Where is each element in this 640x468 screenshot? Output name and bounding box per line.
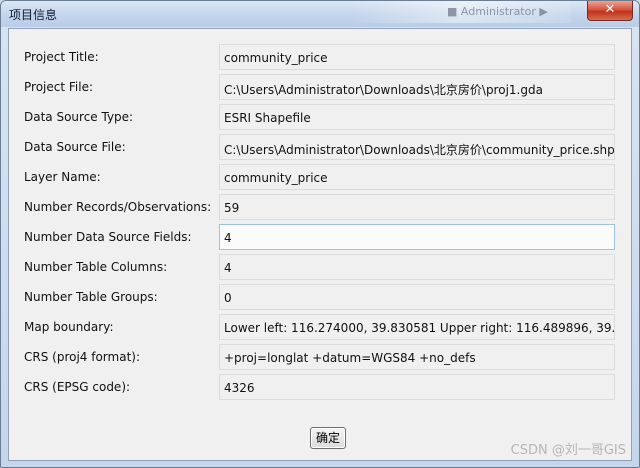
dialog-content: Project Title: community_price Project F…: [8, 28, 632, 461]
field-row-data-source-file: Data Source File: C:\Users\Administrator…: [9, 133, 631, 161]
field-row-number-table-groups: Number Table Groups: 0: [9, 283, 631, 311]
field-row-crs-epsg: CRS (EPSG code): 4326: [9, 373, 631, 401]
map-boundary-field[interactable]: Lower left: 116.274000, 39.830581 Upper …: [219, 314, 615, 340]
field-row-project-title: Project Title: community_price: [9, 43, 631, 71]
crs-proj4-label: CRS (proj4 format):: [24, 350, 141, 364]
number-records-field[interactable]: 59: [219, 194, 615, 220]
number-table-columns-label: Number Table Columns:: [24, 260, 168, 274]
number-data-source-fields-label: Number Data Source Fields:: [24, 230, 192, 244]
layer-name-field[interactable]: community_price: [219, 164, 615, 190]
field-row-crs-proj4: CRS (proj4 format): +proj=longlat +datum…: [9, 343, 631, 371]
map-boundary-label: Map boundary:: [24, 320, 114, 334]
background-window-glass: ■ Administrator ▶: [351, 1, 571, 23]
field-row-map-boundary: Map boundary: Lower left: 116.274000, 39…: [9, 313, 631, 341]
project-file-field[interactable]: C:\Users\Administrator\Downloads\北京房价\pr…: [219, 74, 615, 100]
project-file-label: Project File:: [24, 80, 93, 94]
crs-epsg-field[interactable]: 4326: [219, 374, 615, 400]
data-source-file-field[interactable]: C:\Users\Administrator\Downloads\北京房价\co…: [219, 134, 615, 160]
data-source-type-field[interactable]: ESRI Shapefile: [219, 104, 615, 130]
number-table-columns-field[interactable]: 4: [219, 254, 615, 280]
layer-name-label: Layer Name:: [24, 170, 101, 184]
number-records-label: Number Records/Observations:: [24, 200, 212, 214]
field-row-layer-name: Layer Name: community_price: [9, 163, 631, 191]
field-row-data-source-type: Data Source Type: ESRI Shapefile: [9, 103, 631, 131]
number-data-source-fields-field[interactable]: 4: [219, 224, 615, 250]
ok-button[interactable]: 确定: [310, 427, 346, 449]
csdn-watermark: CSDN @刘一哥GIS: [510, 443, 626, 458]
project-info-dialog: ■ Administrator ▶ 项目信息 ✕ Project Title: …: [0, 0, 640, 468]
number-table-groups-field[interactable]: 0: [219, 284, 615, 310]
data-source-type-label: Data Source Type:: [24, 110, 134, 124]
project-title-label: Project Title:: [24, 50, 99, 64]
dialog-title: 项目信息: [9, 8, 58, 22]
data-source-file-label: Data Source File:: [24, 140, 126, 154]
crs-epsg-label: CRS (EPSG code):: [24, 380, 131, 394]
project-title-field[interactable]: community_price: [219, 44, 615, 70]
field-row-number-table-columns: Number Table Columns: 4: [9, 253, 631, 281]
field-row-project-file: Project File: C:\Users\Administrator\Dow…: [9, 73, 631, 101]
title-bar[interactable]: ■ Administrator ▶ 项目信息 ✕: [1, 1, 639, 27]
field-row-number-data-source-fields: Number Data Source Fields: 4: [9, 223, 631, 251]
crs-proj4-field[interactable]: +proj=longlat +datum=WGS84 +no_defs: [219, 344, 615, 370]
background-window-title: ■ Administrator ▶: [447, 5, 548, 18]
field-row-number-records: Number Records/Observations: 59: [9, 193, 631, 221]
close-button[interactable]: ✕: [587, 1, 633, 21]
close-icon: ✕: [604, 2, 616, 17]
number-table-groups-label: Number Table Groups:: [24, 290, 158, 304]
